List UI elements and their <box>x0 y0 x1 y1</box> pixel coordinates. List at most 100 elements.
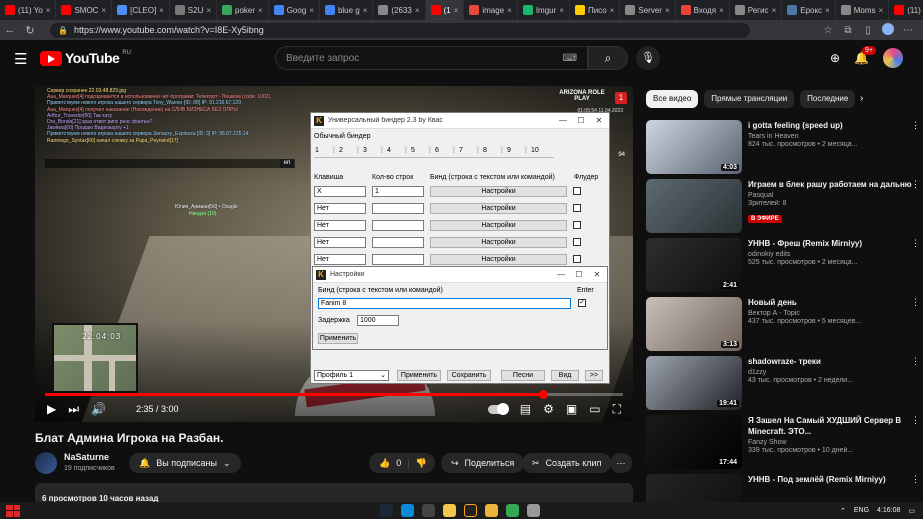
rec-channel[interactable]: d1zzy <box>748 369 920 376</box>
binder-tab-5[interactable]: 5 <box>411 147 415 154</box>
browser-tab[interactable]: Server × <box>620 0 676 20</box>
line-count-field[interactable]: 1 <box>372 186 424 197</box>
flood-checkbox[interactable] <box>573 238 581 246</box>
rec-channel[interactable]: Tears in Heaven <box>748 133 920 140</box>
maximize-icon[interactable]: ☐ <box>572 270 586 279</box>
notification-center-icon[interactable]: ▭ <box>908 507 915 515</box>
hamburger-icon[interactable]: ☰ <box>14 50 27 68</box>
maximize-icon[interactable]: ☐ <box>574 116 588 125</box>
channel-avatar[interactable] <box>35 452 57 474</box>
tray-chevron-icon[interactable]: ⌃ <box>840 507 846 515</box>
settings-bind-input[interactable]: Fanim 8 <box>318 298 571 309</box>
browser-tab[interactable]: Goog × <box>269 0 320 20</box>
autoplay-toggle[interactable] <box>487 402 509 415</box>
tab-close-icon[interactable]: × <box>719 6 724 15</box>
binder-tab-1[interactable]: 1 <box>315 147 319 154</box>
row-settings-button[interactable]: Настройки <box>430 254 567 265</box>
voice-search-button[interactable]: 🎙 <box>636 46 660 70</box>
more-icon[interactable]: ⋮ <box>911 297 920 308</box>
folder-icon[interactable] <box>485 504 498 517</box>
address-bar[interactable]: 🔒 https://www.youtube.com/watch?v=I8E-Xy… <box>50 22 750 38</box>
binder-tab-9[interactable]: 9 <box>507 147 511 154</box>
back-icon[interactable]: ← <box>0 24 20 36</box>
rec-channel[interactable]: Pasqual <box>748 192 920 199</box>
play-icon[interactable]: ▶ <box>47 402 56 416</box>
close-icon[interactable]: ✕ <box>590 270 604 279</box>
key-field[interactable]: Нет <box>314 237 366 248</box>
binder-tab-10[interactable]: 10 <box>531 147 539 154</box>
more-actions-button[interactable]: ⋯ <box>610 453 632 473</box>
line-count-field[interactable] <box>372 220 424 231</box>
subtitles-icon[interactable]: ▤ <box>520 402 531 416</box>
binder-tab-8[interactable]: 8 <box>483 147 487 154</box>
notifications-icon[interactable]: 🔔 9+ <box>854 46 877 65</box>
rec-title[interactable]: УННВ - Фреш (Remix Mirniyy) <box>748 238 920 249</box>
video-thumbnail[interactable]: 4:03 <box>646 120 742 174</box>
row-settings-button[interactable]: Настройки <box>430 237 567 248</box>
explorer-icon[interactable] <box>443 504 456 517</box>
recommended-video[interactable]: 2:41 УННВ - Фреш (Remix Mirniyy) odinokiy … <box>646 238 920 294</box>
browser-tab[interactable]: S2U × <box>170 0 218 20</box>
row-settings-button[interactable]: Настройки <box>430 186 567 197</box>
binder-save-button[interactable]: Сохранить <box>447 370 491 381</box>
tab-close-icon[interactable]: × <box>665 6 670 15</box>
flood-checkbox[interactable] <box>573 187 581 195</box>
rec-title[interactable]: Играем в блек рашу работаем на дальню <box>748 179 920 190</box>
browser-tab[interactable]: blue g × <box>320 0 374 20</box>
minimize-icon[interactable]: — <box>556 116 570 125</box>
start-icon[interactable] <box>6 504 20 517</box>
chrome-icon[interactable] <box>506 504 519 517</box>
flood-checkbox[interactable] <box>573 221 581 229</box>
key-field[interactable]: Нет <box>314 254 366 265</box>
filter-chip[interactable]: Все видео <box>646 90 699 108</box>
browser-tab[interactable]: [CLEO] × <box>112 0 170 20</box>
binder-tab-2[interactable]: 2 <box>339 147 343 154</box>
settings-gear-icon[interactable]: ⚙ <box>543 402 554 416</box>
row-settings-button[interactable]: Настройки <box>430 203 567 214</box>
binder-tab-7[interactable]: 7 <box>459 147 463 154</box>
share-button[interactable]: ↪ Поделиться <box>441 453 525 473</box>
flood-checkbox[interactable] <box>573 204 581 212</box>
next-icon[interactable]: ⏭ <box>68 402 79 417</box>
tab-close-icon[interactable]: × <box>610 6 615 15</box>
recommended-video[interactable]: Играем в блек рашу работаем на дальню Pas… <box>646 179 920 235</box>
browser-tab[interactable]: Входя × <box>676 0 730 20</box>
extensions-icon[interactable]: ⧉ <box>839 25 857 36</box>
rec-title[interactable]: Я Зашел На Самый ХУДШИЙ Сервер В Minecra… <box>748 415 920 437</box>
create-video-icon[interactable]: ⊕ <box>830 51 840 65</box>
edge-icon[interactable] <box>401 504 414 517</box>
binder-more-button[interactable]: >> <box>585 370 603 381</box>
browser-tab[interactable]: (1 × <box>425 0 465 20</box>
recommended-video[interactable]: 19:41 shadowraze- треки d1zzy 43 тыс. просм… <box>646 356 920 412</box>
more-icon[interactable]: ⋮ <box>911 120 920 131</box>
miniplayer-icon[interactable]: ▣ <box>566 402 577 416</box>
keyboard-icon[interactable]: ⌨ <box>563 53 577 64</box>
rec-title[interactable]: i gotta feeling (speed up) <box>748 120 920 131</box>
settings-apply-button[interactable]: Применить <box>318 333 358 344</box>
binder-tab-4[interactable]: 4 <box>387 147 391 154</box>
steam-icon[interactable] <box>380 504 393 517</box>
subscribed-button[interactable]: 🔔 Вы подписаны ⌄ <box>129 453 241 473</box>
youtube-logo[interactable]: YouTube RU <box>40 50 131 66</box>
rec-channel[interactable]: odinokiy edits <box>748 251 920 258</box>
key-field[interactable]: X <box>314 186 366 197</box>
line-count-field[interactable] <box>372 203 424 214</box>
app-icon[interactable] <box>527 504 540 517</box>
tab-close-icon[interactable]: × <box>825 6 830 15</box>
browser-tab[interactable]: Писо × <box>570 0 621 20</box>
input-lang[interactable]: ENG <box>854 507 869 514</box>
tab-close-icon[interactable]: × <box>879 6 884 15</box>
settings-enter-checkbox[interactable]: ✓ <box>578 299 586 307</box>
binder-apply-button[interactable]: Применить <box>397 370 441 381</box>
browser-tab[interactable]: (11) Г× <box>889 0 923 20</box>
menu-icon[interactable]: ⋯ <box>899 25 917 36</box>
flood-checkbox[interactable] <box>573 255 581 263</box>
filter-chip[interactable]: Последние <box>800 90 856 108</box>
thumbs-down-icon[interactable]: 👎 <box>416 458 427 469</box>
tab-close-icon[interactable]: × <box>363 6 368 15</box>
tab-close-icon[interactable]: × <box>206 6 211 15</box>
tab-close-icon[interactable]: × <box>415 6 420 15</box>
browser-tab[interactable]: (11) Yo × <box>0 0 57 20</box>
browser-tab[interactable]: Imgur × <box>518 0 570 20</box>
account-avatar[interactable] <box>883 48 903 68</box>
